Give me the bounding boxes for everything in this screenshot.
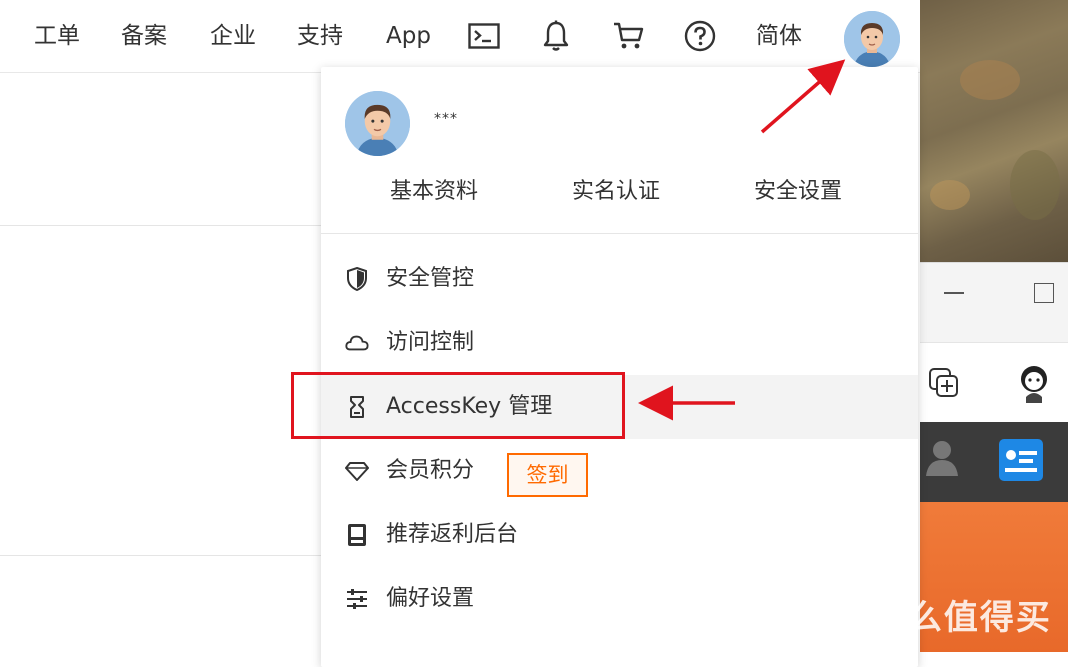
nav-enterprise[interactable]: 企业 (210, 20, 256, 52)
dropdown-avatar (345, 91, 410, 156)
shield-icon (345, 267, 369, 291)
new-tab-icon[interactable] (928, 367, 960, 403)
user-menu-dropdown: *** 基本资料 实名认证 安全设置 安全管控 访问控制 AccessKey 管… (321, 67, 918, 667)
divider (0, 225, 321, 226)
background-photo (920, 0, 1068, 262)
bell-icon[interactable] (538, 18, 574, 54)
username: *** (434, 111, 458, 127)
book-icon (345, 523, 369, 547)
security-settings-link[interactable]: 安全设置 (754, 173, 842, 205)
person-icon[interactable] (924, 438, 960, 482)
nav-filing[interactable]: 备案 (121, 20, 167, 52)
minimize-icon[interactable] (944, 292, 964, 294)
basic-profile-link[interactable]: 基本资料 (390, 173, 478, 205)
app-sidebar-dark (920, 422, 1068, 502)
cart-icon[interactable] (610, 18, 646, 54)
menu-item-label: 安全管控 (386, 266, 475, 291)
user-avatar-button[interactable] (844, 11, 900, 67)
checkin-button[interactable]: 签到 (507, 453, 588, 497)
terminal-icon[interactable] (466, 18, 502, 54)
maximize-icon[interactable] (1034, 283, 1054, 303)
annotation-highlight-box (291, 372, 625, 439)
help-icon[interactable] (682, 18, 718, 54)
profile-cartoon-icon[interactable] (1012, 361, 1056, 409)
nav-ticket[interactable]: 工单 (34, 20, 80, 52)
dropdown-divider (321, 233, 918, 234)
nav-app[interactable]: App (386, 20, 431, 52)
watermark-text: 值 什么值得买 (822, 598, 1052, 638)
contact-card-icon[interactable] (998, 438, 1044, 486)
cloud-icon (345, 331, 369, 355)
menu-item-security-control[interactable]: 安全管控 (321, 247, 918, 311)
menu-item-label: 会员积分 (386, 458, 475, 483)
menu-item-label: 推荐返利后台 (386, 522, 519, 547)
diamond-icon (345, 459, 369, 483)
nav-support[interactable]: 支持 (297, 20, 343, 52)
divider (0, 555, 321, 556)
window-titlebar (920, 262, 1068, 343)
language-switch[interactable]: 简体 (756, 20, 802, 52)
menu-item-label: 偏好设置 (386, 586, 475, 611)
top-navigation-bar: 工单 备案 企业 支持 App 简体 (0, 0, 920, 73)
menu-item-referral-rebate[interactable]: 推荐返利后台 (321, 503, 918, 567)
menu-item-member-points[interactable]: 会员积分 签到 (321, 439, 918, 503)
menu-item-label: 访问控制 (386, 330, 475, 355)
menu-item-access-control[interactable]: 访问控制 (321, 311, 918, 375)
real-name-verification-link[interactable]: 实名认证 (572, 173, 660, 205)
browser-toolbar (920, 342, 1068, 423)
sliders-icon (345, 587, 369, 611)
